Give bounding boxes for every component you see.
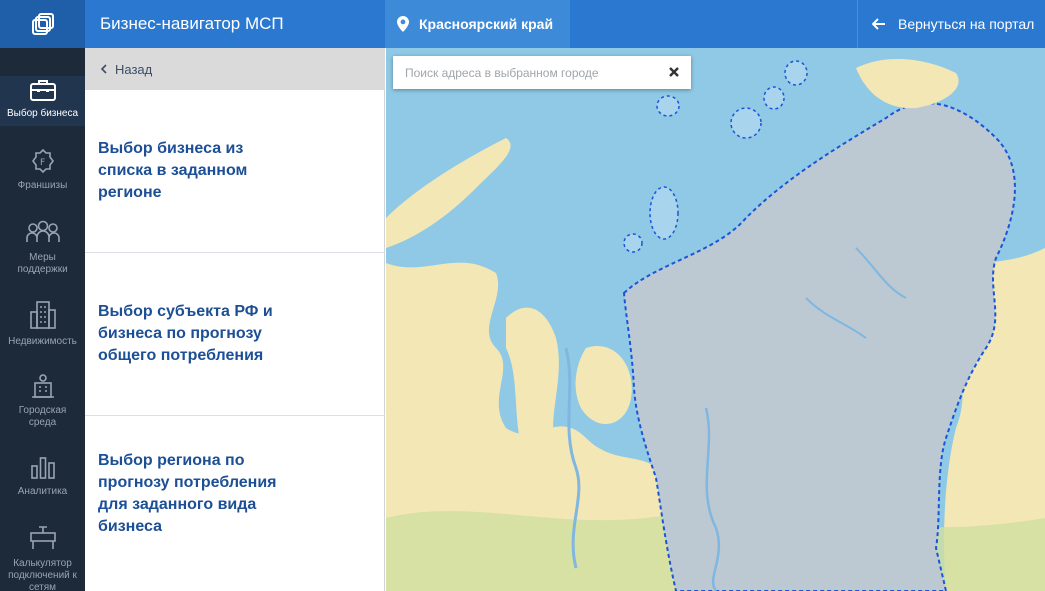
sidebar-item-label: Меры поддержки xyxy=(17,252,68,275)
option-business-from-list[interactable]: Выбор бизнеса из списка в заданном регио… xyxy=(85,90,385,253)
logo[interactable] xyxy=(0,0,85,48)
sidebar-item-label: Аналитика xyxy=(17,486,68,497)
option-label: Выбор региона по прогнозу потребления дл… xyxy=(98,452,277,535)
sidebar-item-support[interactable]: Меры поддержки xyxy=(0,220,85,276)
sidebar-item-analytics[interactable]: Аналитика xyxy=(0,454,85,498)
back-to-portal-link[interactable]: Вернуться на портал xyxy=(857,0,1045,48)
business-choice-panel: Назад Выбор бизнеса из списка в заданном… xyxy=(85,48,385,591)
logo-icon xyxy=(31,13,54,35)
map-canvas[interactable] xyxy=(386,48,1045,591)
arrow-left-icon xyxy=(872,18,885,30)
sidebar-item-label: Франшизы xyxy=(17,180,68,191)
option-label: Выбор субъекта РФ и бизнеса по прогнозу … xyxy=(98,303,273,364)
address-search-input[interactable] xyxy=(393,65,643,80)
svg-text:F: F xyxy=(40,158,45,168)
map[interactable] xyxy=(386,48,1045,591)
map-island xyxy=(649,186,679,240)
map-land-novaya-zemlya xyxy=(386,138,511,248)
back-to-portal-label: Вернуться на портал xyxy=(898,16,1035,32)
sidebar-item-label: Выбор бизнеса xyxy=(6,108,79,119)
app-title: Бизнес-навигатор МСП xyxy=(100,14,284,33)
location-pin-icon xyxy=(397,16,409,32)
region-selector[interactable]: Красноярский край xyxy=(385,0,570,48)
people-group-icon xyxy=(25,220,60,242)
map-island xyxy=(730,107,762,139)
map-taymyr xyxy=(856,58,959,109)
sidebar-item-label: Недвижимость xyxy=(8,336,77,347)
building-icon xyxy=(29,301,56,329)
map-land-gydan xyxy=(575,346,632,425)
sidebar-item-franchises[interactable]: F Франшизы xyxy=(0,148,85,192)
bar-chart-icon xyxy=(30,457,55,479)
sidebar-item-city-environment[interactable]: Городская среда xyxy=(0,373,85,429)
sidebar-item-label: Калькулятор подключений к сетям xyxy=(8,558,77,591)
map-island xyxy=(656,95,680,117)
map-island xyxy=(784,60,808,86)
city-icon xyxy=(31,374,54,398)
chevron-left-icon xyxy=(101,64,107,74)
back-button[interactable]: Назад xyxy=(85,48,385,90)
sidebar-item-connection-calculator[interactable]: Калькулятор подключений к сетям xyxy=(0,524,85,591)
address-search xyxy=(393,56,691,89)
sidebar: Выбор бизнеса F Франшизы Меры поддержки … xyxy=(0,48,85,591)
franchise-badge-icon: F xyxy=(31,148,54,174)
option-label: Выбор бизнеса из списка в заданном регио… xyxy=(98,140,248,201)
back-label: Назад xyxy=(115,61,153,77)
pipe-valve-icon xyxy=(29,526,56,549)
briefcase-icon xyxy=(29,80,56,101)
region-label: Красноярский край xyxy=(419,16,554,32)
sidebar-item-business-choice[interactable]: Выбор бизнеса xyxy=(0,76,85,126)
sidebar-item-label: Городская среда xyxy=(18,405,67,428)
sidebar-item-real-estate[interactable]: Недвижимость xyxy=(0,300,85,348)
close-icon[interactable] xyxy=(667,65,681,79)
map-island xyxy=(763,86,785,110)
option-region-by-forecast[interactable]: Выбор региона по прогнозу потребления дл… xyxy=(85,416,385,591)
top-bar: Бизнес-навигатор МСП Красноярский край В… xyxy=(0,0,1045,48)
option-subject-by-forecast[interactable]: Выбор субъекта РФ и бизнеса по прогнозу … xyxy=(85,253,385,416)
map-island xyxy=(623,233,643,253)
